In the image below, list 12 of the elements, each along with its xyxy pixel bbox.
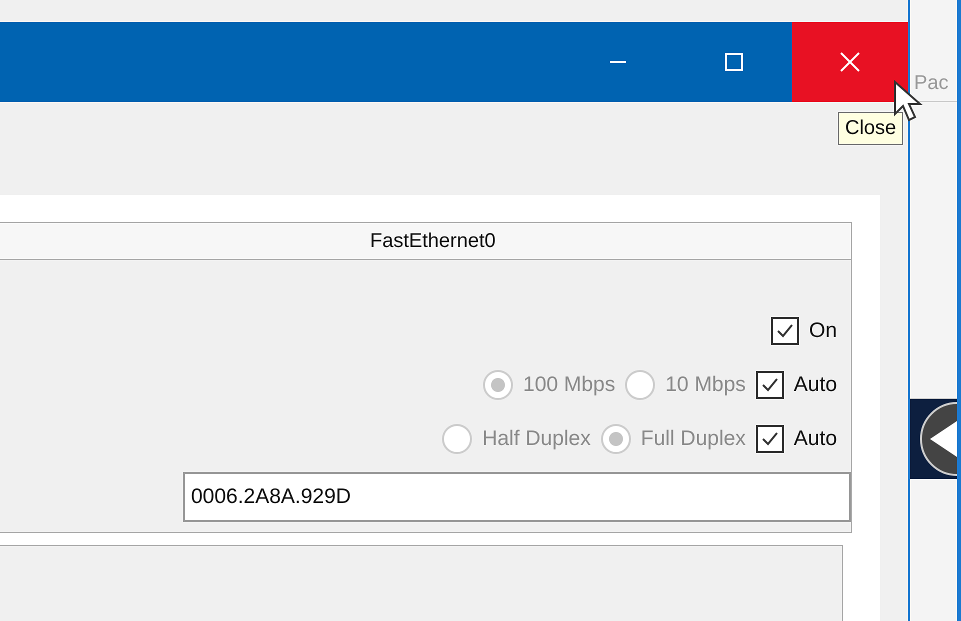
maximize-icon	[725, 53, 743, 71]
checkmark-icon	[776, 323, 794, 339]
background-window-text: Pac	[914, 72, 948, 95]
port-title: FastEthernet0	[370, 230, 496, 252]
port-status-checkbox[interactable]: On	[770, 317, 837, 345]
minimize-icon	[610, 61, 626, 63]
checkmark-icon	[760, 431, 779, 447]
checkmark-icon	[760, 377, 779, 393]
mac-address-field[interactable]: 0006.2A8A.929D	[183, 472, 851, 522]
close-tooltip: Close	[838, 112, 904, 145]
close-icon	[840, 52, 860, 72]
close-button[interactable]	[792, 22, 908, 102]
